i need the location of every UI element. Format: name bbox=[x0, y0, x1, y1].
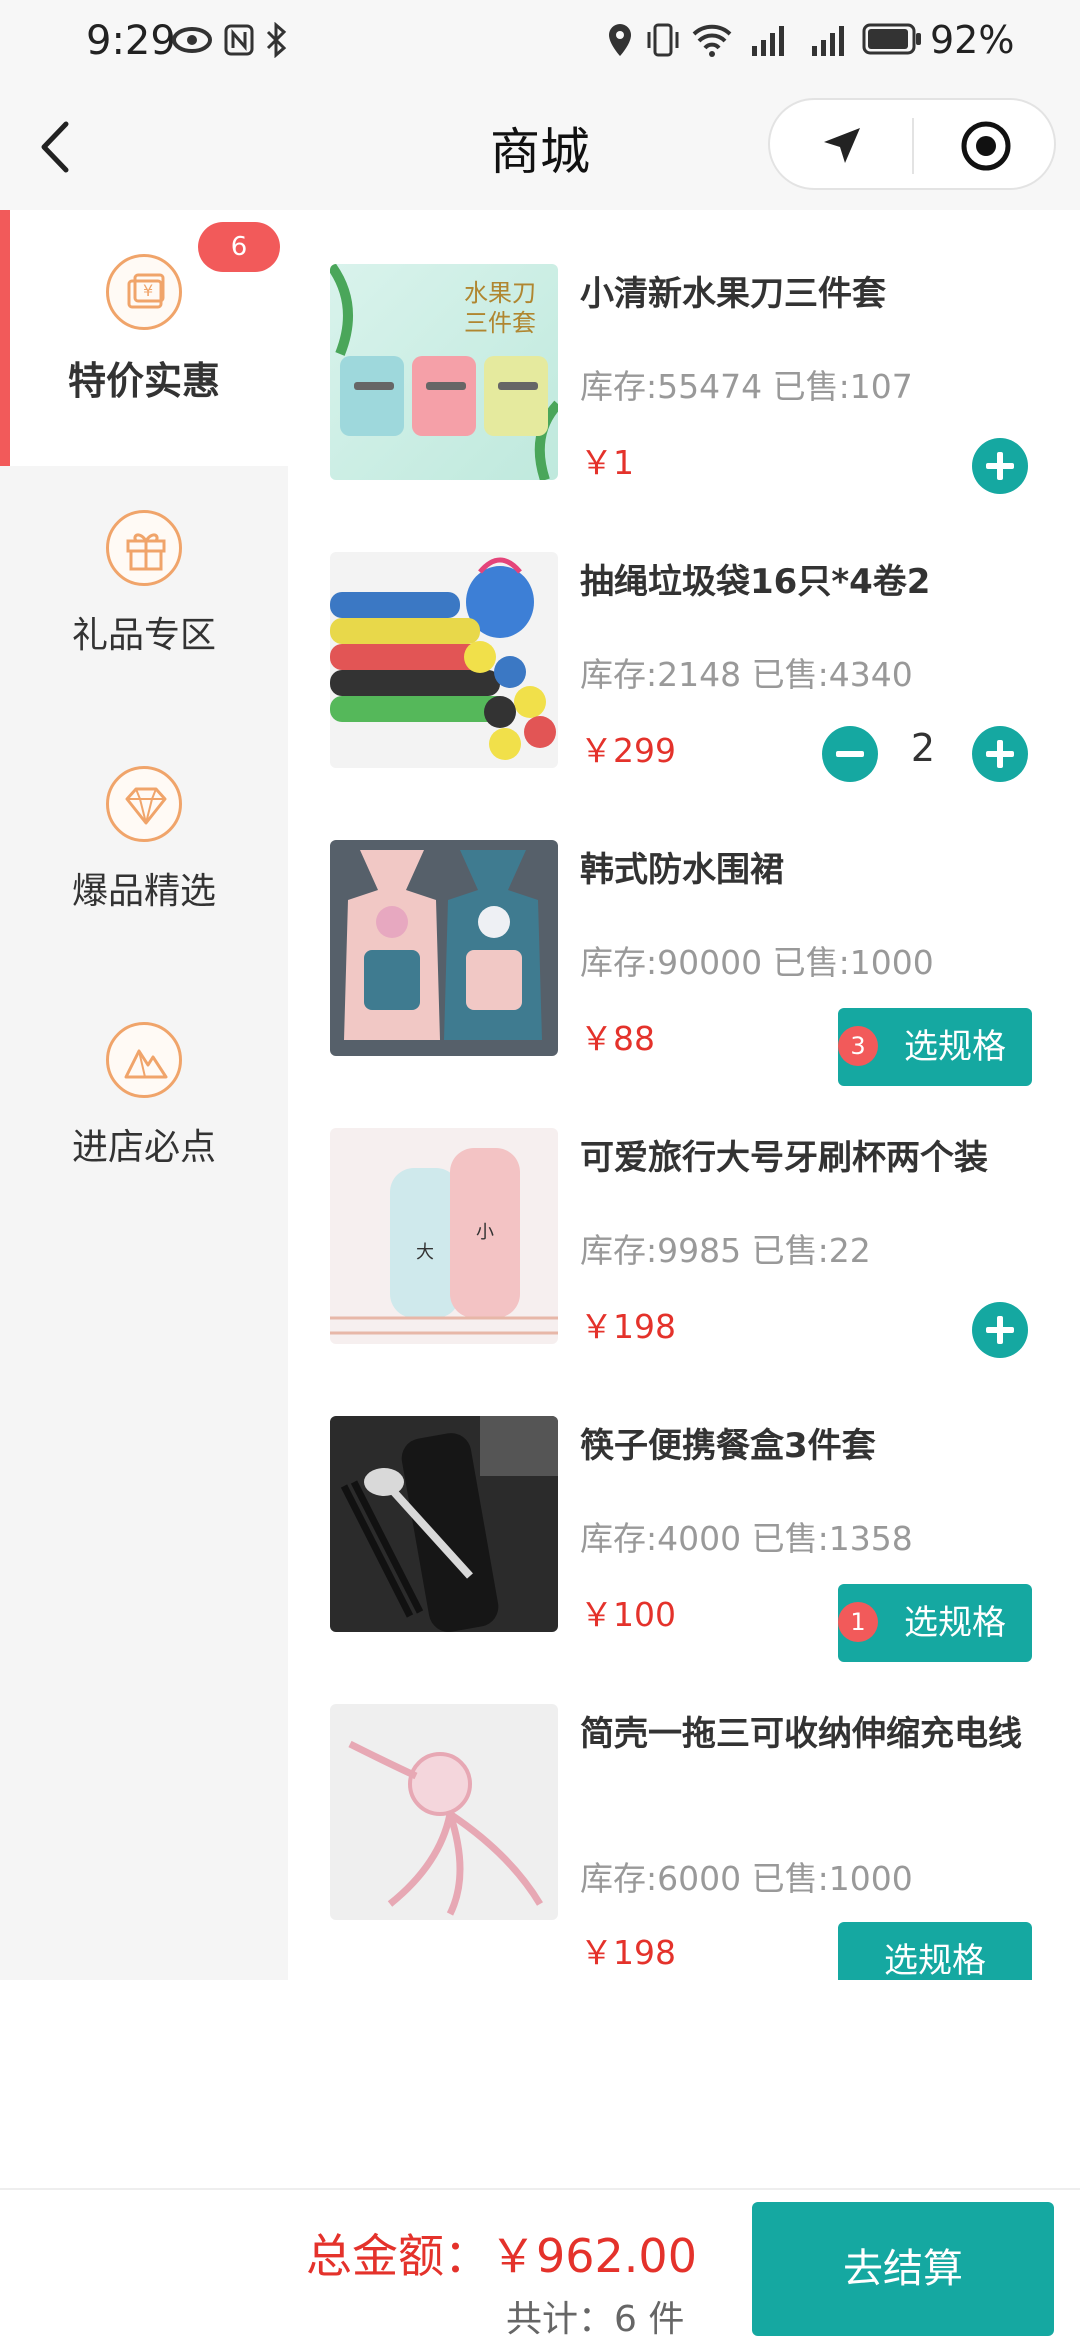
product-price: ￥100 bbox=[580, 1595, 676, 1634]
signal-icon-2 bbox=[812, 26, 844, 56]
gift-icon bbox=[106, 510, 182, 586]
category-badge: 6 bbox=[198, 222, 280, 272]
checkout-button[interactable]: 去结算 bbox=[752, 2202, 1054, 2336]
product-stock: 库存:90000 已售:1000 bbox=[580, 943, 934, 982]
product-name: 韩式防水围裙 bbox=[580, 850, 784, 890]
product-name: 抽绳垃圾袋16只*4卷2 bbox=[580, 562, 931, 602]
product-item[interactable]: 大 小 可爱旅行大号牙刷杯两个装 库存:9985 已售:22 ￥198 bbox=[330, 1128, 1050, 1416]
sidebar-item-deals[interactable]: ¥ 6 特价实惠 bbox=[0, 210, 288, 466]
mini-program-capsule bbox=[768, 98, 1056, 190]
cart-count-badge: 3 bbox=[838, 1026, 878, 1066]
product-stock: 库存:4000 已售:1358 bbox=[580, 1519, 913, 1558]
product-item[interactable]: 筷子便携餐盒3件套 库存:4000 已售:1358 ￥100 选规格 1 bbox=[330, 1416, 1050, 1704]
location-pin-icon bbox=[609, 24, 631, 56]
navigation-arrow-icon[interactable] bbox=[820, 124, 864, 168]
product-item[interactable]: 韩式防水围裙 库存:90000 已售:1000 ￥88 选规格 3 bbox=[330, 840, 1050, 1128]
select-spec-button[interactable]: 选规格 bbox=[838, 1922, 1032, 1980]
product-image bbox=[330, 1416, 558, 1632]
sidebar-item-label: 进店必点 bbox=[71, 1127, 216, 1168]
sidebar-item-gifts[interactable]: 礼品专区 bbox=[0, 466, 288, 722]
product-stock: 库存:55474 已售:107 bbox=[580, 367, 913, 406]
product-stock: 库存:6000 已售:1000 bbox=[580, 1859, 913, 1898]
select-spec-label: 选规格 bbox=[904, 1027, 1006, 1067]
sidebar-item-label: 礼品专区 bbox=[71, 615, 216, 656]
mountain-icon bbox=[106, 1022, 182, 1098]
close-target-icon[interactable] bbox=[960, 120, 1012, 172]
battery-icon bbox=[862, 23, 921, 55]
capsule-divider bbox=[912, 118, 914, 174]
bluetooth-icon bbox=[266, 22, 287, 58]
status-time: 9:29 bbox=[86, 18, 176, 64]
sidebar-item-label: 爆品精选 bbox=[71, 871, 216, 912]
total-amount: 总金额：￥962.00 bbox=[306, 2229, 697, 2283]
product-image-caption: 水果刀 三件套 bbox=[464, 279, 536, 337]
product-name: 小清新水果刀三件套 bbox=[580, 274, 886, 314]
select-spec-label: 选规格 bbox=[904, 1603, 1006, 1643]
product-image bbox=[330, 840, 558, 1056]
product-price: ￥198 bbox=[580, 1933, 676, 1972]
product-stock: 库存:9985 已售:22 bbox=[580, 1231, 871, 1270]
svg-text:大: 大 bbox=[416, 1242, 434, 1263]
select-spec-button[interactable]: 选规格 1 bbox=[838, 1584, 1032, 1662]
eye-icon bbox=[172, 27, 212, 53]
checkout-bar: 总金额：￥962.00 共计：6 件 去结算 bbox=[0, 2188, 1080, 2340]
product-price: ￥198 bbox=[580, 1307, 676, 1346]
product-name: 简壳一拖三可收纳伸缩充电线 bbox=[580, 1714, 1022, 1754]
select-spec-label: 选规格 bbox=[884, 1941, 986, 1980]
product-price: ￥299 bbox=[580, 731, 676, 770]
svg-text:¥: ¥ bbox=[143, 281, 153, 300]
decrease-button[interactable] bbox=[822, 726, 878, 782]
quantity-value: 2 bbox=[910, 726, 936, 770]
product-item[interactable]: 水果刀 三件套 小清新水果刀三件套 库存:55474 已售:107 ￥1 bbox=[330, 264, 1050, 552]
sidebar-item-hot[interactable]: 爆品精选 bbox=[0, 722, 288, 978]
add-button[interactable] bbox=[972, 1302, 1028, 1358]
nfc-icon bbox=[224, 24, 254, 56]
product-item[interactable]: 简壳一拖三可收纳伸缩充电线 库存:6000 已售:1000 ￥198 选规格 bbox=[330, 1704, 1050, 1980]
product-price: ￥1 bbox=[580, 443, 634, 482]
sidebar-item-label: 特价实惠 bbox=[67, 359, 220, 403]
product-image bbox=[330, 1704, 558, 1920]
svg-text:小: 小 bbox=[476, 1222, 494, 1243]
status-bar: 9:29 92% bbox=[0, 0, 1080, 84]
product-price: ￥88 bbox=[580, 1019, 655, 1058]
cart-count-badge: 1 bbox=[838, 1602, 878, 1642]
nav-bar: 商城 bbox=[0, 84, 1080, 210]
sidebar-item-must-order[interactable]: 进店必点 bbox=[0, 978, 288, 1234]
coupon-icon: ¥ bbox=[106, 254, 182, 330]
product-image: 大 小 bbox=[330, 1128, 558, 1344]
add-button[interactable] bbox=[972, 726, 1028, 782]
product-item[interactable]: 抽绳垃圾袋16只*4卷2 库存:2148 已售:4340 ￥299 2 bbox=[330, 552, 1050, 840]
active-indicator bbox=[0, 210, 10, 466]
product-image bbox=[330, 552, 558, 768]
wifi-icon bbox=[692, 24, 732, 57]
category-sidebar: ¥ 6 特价实惠 礼品专区 爆品精选 进店必点 bbox=[0, 210, 288, 1980]
select-spec-button[interactable]: 选规格 3 bbox=[838, 1008, 1032, 1086]
add-button[interactable] bbox=[972, 438, 1028, 494]
battery-percent: 92% bbox=[930, 18, 1015, 62]
product-name: 筷子便携餐盒3件套 bbox=[580, 1426, 876, 1466]
signal-icon-1 bbox=[752, 26, 784, 56]
product-stock: 库存:2148 已售:4340 bbox=[580, 655, 913, 694]
total-count: 共计：6 件 bbox=[506, 2299, 685, 2340]
product-image: 水果刀 三件套 bbox=[330, 264, 558, 480]
product-name: 可爱旅行大号牙刷杯两个装 bbox=[580, 1138, 988, 1178]
vibrate-icon bbox=[647, 23, 679, 57]
diamond-icon bbox=[106, 766, 182, 842]
